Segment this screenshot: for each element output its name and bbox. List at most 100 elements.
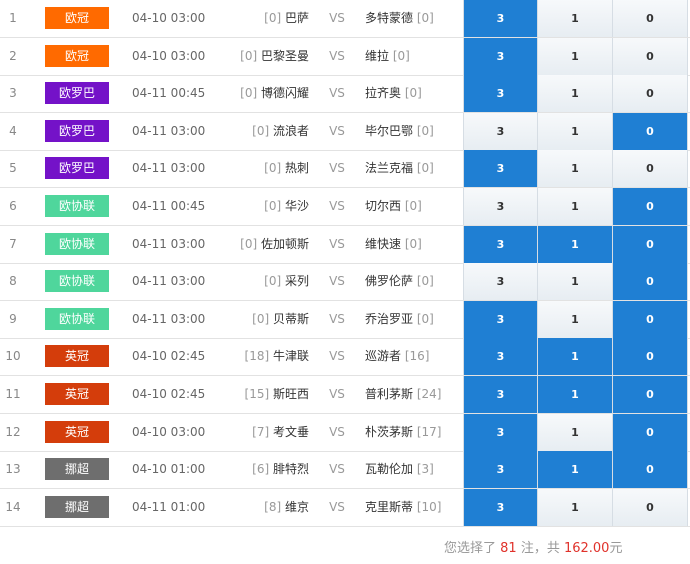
- league-badge: 欧协联: [45, 307, 109, 330]
- option-lose-button[interactable]: 0: [612, 263, 688, 301]
- home-team-name: 牛津联: [272, 349, 309, 364]
- home-rank: [0]: [264, 274, 282, 289]
- option-draw-button[interactable]: 1: [537, 413, 612, 451]
- home-team: [6] 腓特烈: [200, 451, 309, 488]
- option-lose-button[interactable]: 0: [612, 37, 688, 75]
- home-team: [0] 流浪者: [200, 113, 309, 150]
- summary-prefix: 您选择了: [444, 541, 501, 556]
- option-win-button[interactable]: 3: [463, 150, 537, 188]
- home-team: [0] 采列: [200, 263, 309, 300]
- vs-label: VS: [329, 48, 345, 63]
- vs-label: VS: [329, 199, 345, 213]
- away-team: 切尔西 [0]: [365, 188, 465, 225]
- option-draw-button[interactable]: 1: [537, 225, 612, 263]
- away-team-name: 巡游者: [365, 349, 402, 364]
- home-team: [0] 热刺: [200, 150, 309, 187]
- home-team: [0] 博德闪耀: [200, 75, 309, 112]
- league-badge: 欧协联: [45, 232, 109, 255]
- option-win-button[interactable]: 3: [463, 376, 537, 413]
- option-lose-button[interactable]: 0: [612, 0, 688, 37]
- away-team-name: 多特蒙德: [365, 11, 414, 25]
- home-rank: [0]: [264, 161, 282, 176]
- away-rank: [0]: [416, 11, 434, 25]
- home-team: [0] 巴黎圣曼: [200, 38, 309, 75]
- option-draw-button[interactable]: 1: [537, 338, 612, 376]
- option-draw-button[interactable]: 1: [537, 75, 612, 113]
- option-lose-button[interactable]: 0: [612, 112, 688, 150]
- option-lose-button[interactable]: 0: [612, 150, 688, 188]
- vs-label: VS: [329, 387, 345, 401]
- vs-label: VS: [329, 11, 345, 25]
- match-row: 6 欧协联 04-11 00:45 [0] 华沙 VS 切尔西 [0] 3 1 0: [0, 188, 690, 226]
- match-number: 2: [9, 48, 17, 63]
- option-win-button[interactable]: 3: [463, 37, 537, 75]
- home-rank: [0]: [252, 123, 270, 138]
- option-draw-button[interactable]: 1: [537, 150, 612, 188]
- home-team-name: 维京: [284, 499, 309, 514]
- away-rank: [0]: [404, 236, 422, 251]
- away-team-name: 维快速: [365, 236, 402, 251]
- away-rank: [0]: [416, 123, 434, 138]
- match-number: 3: [9, 86, 17, 101]
- option-lose-button[interactable]: 0: [612, 376, 688, 413]
- match-number: 9: [9, 311, 17, 326]
- home-team: [0] 贝蒂斯: [200, 301, 309, 338]
- home-team-name: 腓特烈: [272, 462, 309, 477]
- option-lose-button[interactable]: 0: [612, 338, 688, 376]
- option-lose-button[interactable]: 0: [612, 488, 688, 526]
- vs-label: VS: [329, 161, 345, 176]
- vs-label: VS: [329, 311, 345, 326]
- away-rank: [3]: [416, 462, 434, 477]
- option-lose-button[interactable]: 0: [612, 451, 688, 489]
- option-lose-button[interactable]: 0: [612, 300, 688, 338]
- option-win-button[interactable]: 3: [463, 413, 537, 451]
- option-draw-button[interactable]: 1: [537, 376, 612, 413]
- away-rank: [0]: [416, 274, 434, 289]
- option-win-button[interactable]: 3: [463, 75, 537, 113]
- away-team: 克里斯蒂 [10]: [365, 489, 465, 526]
- home-team: [0] 华沙: [200, 188, 309, 225]
- away-rank: [0]: [392, 48, 410, 63]
- match-number: 8: [9, 274, 17, 289]
- option-win-button[interactable]: 3: [463, 188, 537, 225]
- home-team-name: 贝蒂斯: [272, 311, 309, 326]
- option-draw-button[interactable]: 1: [537, 263, 612, 301]
- home-team-name: 巴黎圣曼: [260, 48, 309, 63]
- option-lose-button[interactable]: 0: [612, 75, 688, 113]
- home-rank: [0]: [252, 311, 270, 326]
- away-team: 乔治罗亚 [0]: [365, 301, 465, 338]
- home-rank: [8]: [264, 499, 282, 514]
- home-team: [8] 维京: [200, 489, 309, 526]
- option-draw-button[interactable]: 1: [537, 451, 612, 489]
- option-lose-button[interactable]: 0: [612, 413, 688, 451]
- option-draw-button[interactable]: 1: [537, 188, 612, 225]
- option-win-button[interactable]: 3: [463, 300, 537, 338]
- option-win-button[interactable]: 3: [463, 0, 537, 37]
- option-win-button[interactable]: 3: [463, 225, 537, 263]
- league-badge: 欧协联: [45, 270, 109, 293]
- option-win-button[interactable]: 3: [463, 338, 537, 376]
- match-number: 7: [9, 236, 17, 251]
- option-win-button[interactable]: 3: [463, 112, 537, 150]
- home-rank: [0]: [240, 48, 258, 63]
- option-draw-button[interactable]: 1: [537, 0, 612, 37]
- match-row: 3 欧罗巴 04-11 00:45 [0] 博德闪耀 VS 拉齐奥 [0] 3 1 0: [0, 75, 690, 114]
- option-lose-button[interactable]: 0: [612, 225, 688, 263]
- home-rank: [7]: [252, 424, 270, 439]
- home-rank: [0]: [264, 199, 282, 213]
- option-win-button[interactable]: 3: [463, 488, 537, 526]
- option-win-button[interactable]: 3: [463, 263, 537, 301]
- option-draw-button[interactable]: 1: [537, 112, 612, 150]
- away-team: 毕尔巴鄂 [0]: [365, 113, 465, 150]
- home-team-name: 斯旺西: [272, 387, 309, 401]
- away-team: 佛罗伦萨 [0]: [365, 263, 465, 300]
- option-draw-button[interactable]: 1: [537, 37, 612, 75]
- away-rank: [0]: [416, 311, 434, 326]
- option-lose-button[interactable]: 0: [612, 188, 688, 225]
- option-win-button[interactable]: 3: [463, 451, 537, 489]
- option-draw-button[interactable]: 1: [537, 300, 612, 338]
- option-draw-button[interactable]: 1: [537, 488, 612, 526]
- vs-label: VS: [329, 349, 345, 364]
- match-number: 10: [5, 349, 21, 364]
- away-rank: [0]: [416, 161, 434, 176]
